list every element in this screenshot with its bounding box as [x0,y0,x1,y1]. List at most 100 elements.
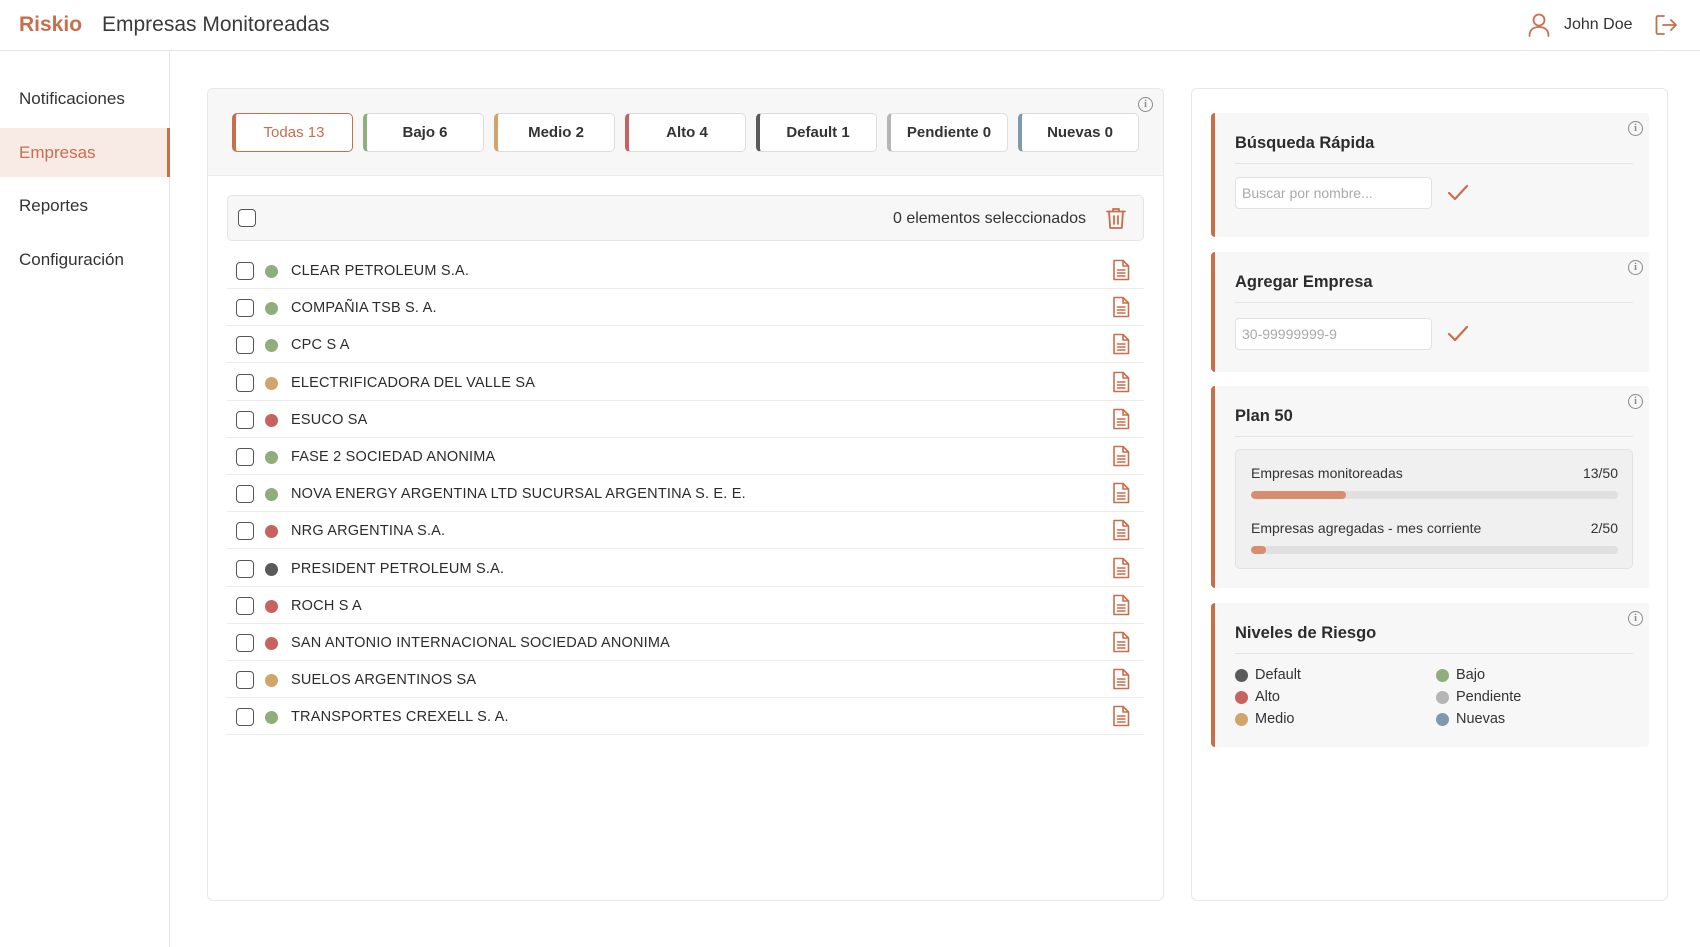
row-checkbox[interactable] [236,262,254,280]
search-input[interactable] [1235,177,1432,209]
legend-label: Bajo [1456,667,1486,683]
sidebar-item-configuracion[interactable]: Configuración [0,235,170,284]
report-document-icon[interactable] [1112,705,1130,727]
company-name[interactable]: ROCH S A [291,598,362,614]
user-icon[interactable] [1528,13,1550,37]
quick-search-title: Búsqueda Rápida [1235,134,1375,152]
trash-icon[interactable] [1106,207,1126,230]
risk-dot-alto [265,637,278,650]
company-name[interactable]: ESUCO SA [291,412,368,428]
company-name[interactable]: SAN ANTONIO INTERNACIONAL SOCIEDAD ANONI… [291,635,670,651]
cuit-input[interactable] [1235,318,1432,350]
row-checkbox[interactable] [236,373,254,392]
row-checkbox[interactable] [236,485,254,504]
company-row[interactable]: SAN ANTONIO INTERNACIONAL SOCIEDAD ANONI… [227,624,1144,661]
sidebar: Notificaciones Empresas Reportes Configu… [0,51,170,947]
company-name[interactable]: TRANSPORTES CREXELL S. A. [291,709,509,725]
report-document-icon[interactable] [1112,333,1130,355]
risk-levels-card: Niveles de Riesgo i Default Bajo Alto Pendi… [1211,603,1649,747]
company-row[interactable]: ESUCO SA [227,401,1144,438]
company-row[interactable]: TRANSPORTES CREXELL S. A. [227,698,1144,736]
report-document-icon[interactable] [1112,631,1130,653]
info-icon[interactable]: i [1628,394,1643,409]
filter-tab-pendiente[interactable]: Pendiente 0 [887,113,1008,152]
row-checkbox[interactable] [236,559,254,578]
report-document-icon[interactable] [1112,371,1130,393]
risk-dot-bajo [265,339,278,353]
company-name[interactable]: NRG ARGENTINA S.A. [291,523,445,539]
company-name[interactable]: ELECTRIFICADORA DEL VALLE SA [291,375,535,391]
report-document-icon[interactable] [1112,519,1130,541]
risk-dot-bajo [265,302,278,316]
filter-tab-alto[interactable]: Alto 4 [625,113,746,152]
company-name[interactable]: PRESIDENT PETROLEUM S.A. [291,561,504,577]
company-name[interactable]: SUELOS ARGENTINOS SA [291,672,476,688]
added-value: 2/50 [1590,520,1618,536]
company-name[interactable]: CPC S A [291,337,350,353]
select-all-checkbox[interactable] [238,209,256,227]
company-row[interactable]: NOVA ENERGY ARGENTINA LTD SUCURSAL ARGEN… [227,475,1144,513]
sidebar-item-notificaciones[interactable]: Notificaciones [0,74,170,123]
confirm-add-icon[interactable] [1447,324,1469,344]
row-checkbox[interactable] [236,596,254,615]
report-document-icon[interactable] [1112,594,1130,616]
filter-tab-nuevas[interactable]: Nuevas 0 [1018,113,1139,152]
filter-tab-todas[interactable]: Todas 13 [232,113,353,152]
selection-count: 0 elementos seleccionados [892,210,1086,227]
risk-dot-default [265,562,278,576]
risk-dot-medio [265,674,278,688]
row-checkbox[interactable] [236,708,254,727]
app-logo[interactable]: Riskio [19,13,82,37]
report-document-icon[interactable] [1112,557,1130,579]
info-icon[interactable]: i [1628,611,1643,626]
page-title: Empresas Monitoreadas [102,13,330,36]
report-document-icon[interactable] [1112,445,1130,467]
company-name[interactable]: CLEAR PETROLEUM S.A. [291,263,469,279]
legend-label: Default [1255,667,1301,683]
legend-dot-medio [1235,713,1248,726]
confirm-search-icon[interactable] [1447,183,1469,203]
monitored-progress-fill [1251,491,1347,499]
row-checkbox[interactable] [236,448,254,466]
company-row[interactable]: ROCH S A [227,587,1144,624]
report-document-icon[interactable] [1112,482,1130,504]
row-checkbox[interactable] [236,410,254,429]
row-checkbox[interactable] [236,299,254,318]
row-checkbox[interactable] [236,336,254,355]
company-row[interactable]: CLEAR PETROLEUM S.A. [227,252,1144,289]
sidebar-item-reportes[interactable]: Reportes [0,181,170,230]
company-name[interactable]: FASE 2 SOCIEDAD ANONIMA [291,449,495,465]
info-icon[interactable]: i [1628,260,1643,275]
row-checkbox[interactable] [236,671,254,690]
companies-panel: i Todas 13 Bajo 6 Medio 2 Alto 4 Default 1 Pe… [207,88,1164,901]
legend-dot-alto [1235,691,1248,704]
company-name[interactable]: NOVA ENERGY ARGENTINA LTD SUCURSAL ARGEN… [291,486,746,502]
risk-dot-medio [265,376,278,390]
row-checkbox[interactable] [236,522,254,541]
risk-dot-bajo [265,451,278,464]
company-row[interactable]: NRG ARGENTINA S.A. [227,512,1144,550]
risk-dot-alto [265,599,278,613]
company-row[interactable]: COMPAÑIA TSB S. A. [227,289,1144,327]
company-row[interactable]: ELECTRIFICADORA DEL VALLE SA [227,364,1144,401]
filter-tab-default[interactable]: Default 1 [756,113,877,152]
company-row[interactable]: PRESIDENT PETROLEUM S.A. [227,550,1144,587]
info-icon[interactable]: i [1628,121,1643,136]
filter-tab-medio[interactable]: Medio 2 [494,113,615,152]
logout-icon[interactable] [1654,13,1678,37]
company-row[interactable]: SUELOS ARGENTINOS SA [227,661,1144,699]
filter-tab-bajo[interactable]: Bajo 6 [363,113,484,152]
report-document-icon[interactable] [1112,408,1130,430]
company-name[interactable]: COMPAÑIA TSB S. A. [291,300,437,316]
report-document-icon[interactable] [1112,259,1130,281]
info-icon[interactable]: i [1138,97,1153,112]
row-checkbox[interactable] [236,634,254,652]
user-name[interactable]: John Doe [1564,16,1633,34]
report-document-icon[interactable] [1112,668,1130,690]
risk-dot-bajo [265,265,278,278]
quick-search-card: Búsqueda Rápida i [1211,113,1649,237]
sidebar-item-empresas[interactable]: Empresas [0,128,170,177]
company-row[interactable]: CPC S A [227,326,1144,364]
report-document-icon[interactable] [1112,296,1130,318]
company-row[interactable]: FASE 2 SOCIEDAD ANONIMA [227,438,1144,475]
